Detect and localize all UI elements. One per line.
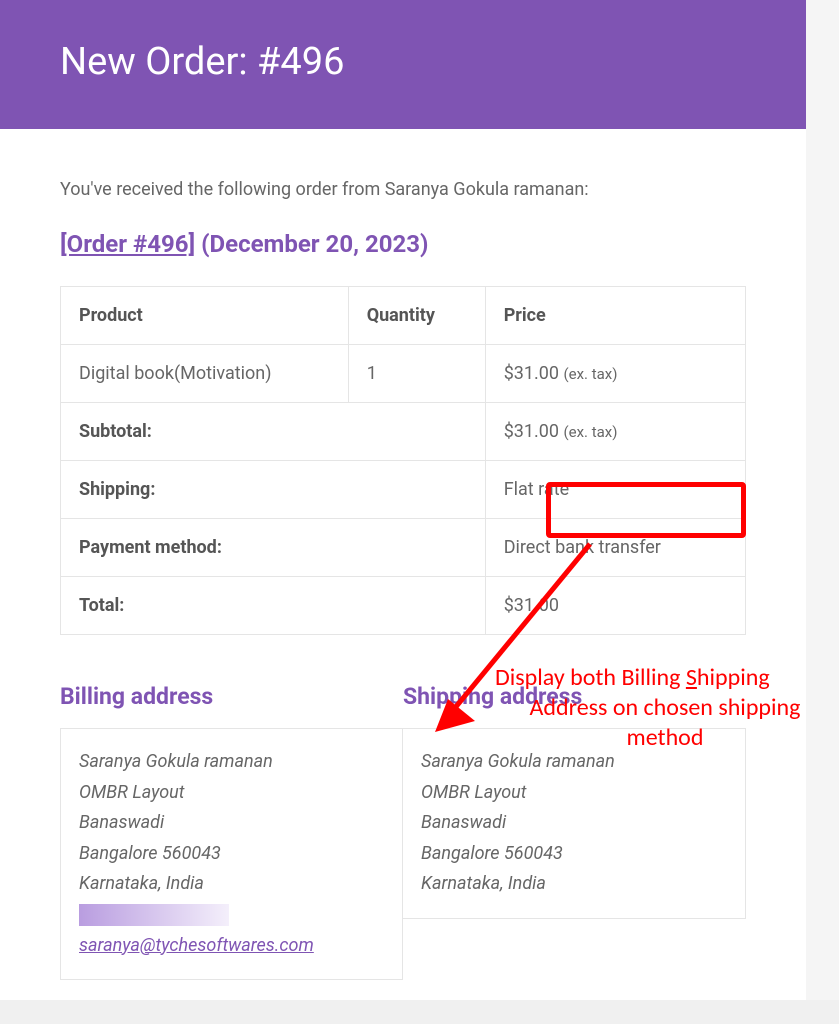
total-label: Total:	[61, 577, 486, 635]
billing-box: Saranya Gokula ramanan OMBR Layout Banas…	[60, 728, 403, 980]
table-row: Digital book(Motivation) 1 $31.00 (ex. t…	[61, 345, 746, 403]
total-row: Total: $31.00	[61, 577, 746, 635]
shipping-row: Shipping: Flat rate	[61, 461, 746, 519]
email-body: You've received the following order from…	[0, 129, 806, 1000]
table-header-row: Product Quantity Price	[61, 287, 746, 345]
item-price: $31.00 (ex. tax)	[485, 345, 745, 403]
billing-line4: Karnataka, India	[79, 869, 384, 900]
subtotal-suffix: (ex. tax)	[563, 423, 617, 441]
addresses: Billing address Saranya Gokula ramanan O…	[60, 683, 746, 980]
shipping-line4: Karnataka, India	[421, 869, 727, 900]
email-title: New Order: #496	[60, 40, 746, 84]
email-container: New Order: #496 You've received the foll…	[0, 0, 806, 1000]
shipping-heading: Shipping address	[403, 683, 746, 710]
shipping-name: Saranya Gokula ramanan	[421, 747, 727, 778]
shipping-label: Shipping:	[61, 461, 486, 519]
billing-name: Saranya Gokula ramanan	[79, 747, 384, 778]
col-product: Product	[61, 287, 349, 345]
col-quantity: Quantity	[348, 287, 485, 345]
item-price-suffix: (ex. tax)	[563, 365, 617, 383]
total-value: $31.00	[485, 577, 745, 635]
item-product: Digital book(Motivation)	[61, 345, 349, 403]
subtotal-row: Subtotal: $31.00 (ex. tax)	[61, 403, 746, 461]
payment-value: Direct bank transfer	[485, 519, 745, 577]
shipping-line2: Banaswadi	[421, 808, 727, 839]
billing-line2: Banaswadi	[79, 808, 384, 839]
billing-redacted	[79, 904, 229, 926]
shipping-block: Shipping address Saranya Gokula ramanan …	[403, 683, 746, 980]
shipping-value: Flat rate	[485, 461, 745, 519]
order-date: (December 20, 2023)	[201, 230, 428, 258]
payment-row: Payment method: Direct bank transfer	[61, 519, 746, 577]
billing-heading: Billing address	[60, 683, 403, 710]
billing-block: Billing address Saranya Gokula ramanan O…	[60, 683, 403, 980]
item-price-amount: $31.00	[504, 363, 559, 384]
intro-text: You've received the following order from…	[60, 179, 746, 200]
billing-email-link[interactable]: saranya@tychesoftwares.com	[79, 935, 314, 956]
subtotal-value: $31.00 (ex. tax)	[485, 403, 745, 461]
billing-line3: Bangalore 560043	[79, 839, 384, 870]
billing-line1: OMBR Layout	[79, 778, 384, 809]
shipping-box: Saranya Gokula ramanan OMBR Layout Banas…	[403, 728, 746, 919]
subtotal-label: Subtotal:	[61, 403, 486, 461]
col-price: Price	[485, 287, 745, 345]
order-link[interactable]: [Order #496]	[60, 230, 195, 258]
subtotal-amount: $31.00	[504, 421, 559, 442]
order-table: Product Quantity Price Digital book(Moti…	[60, 286, 746, 635]
payment-label: Payment method:	[61, 519, 486, 577]
item-quantity: 1	[348, 345, 485, 403]
shipping-line3: Bangalore 560043	[421, 839, 727, 870]
shipping-line1: OMBR Layout	[421, 778, 727, 809]
order-heading: [Order #496] (December 20, 2023)	[60, 230, 746, 258]
email-header: New Order: #496	[0, 0, 806, 129]
